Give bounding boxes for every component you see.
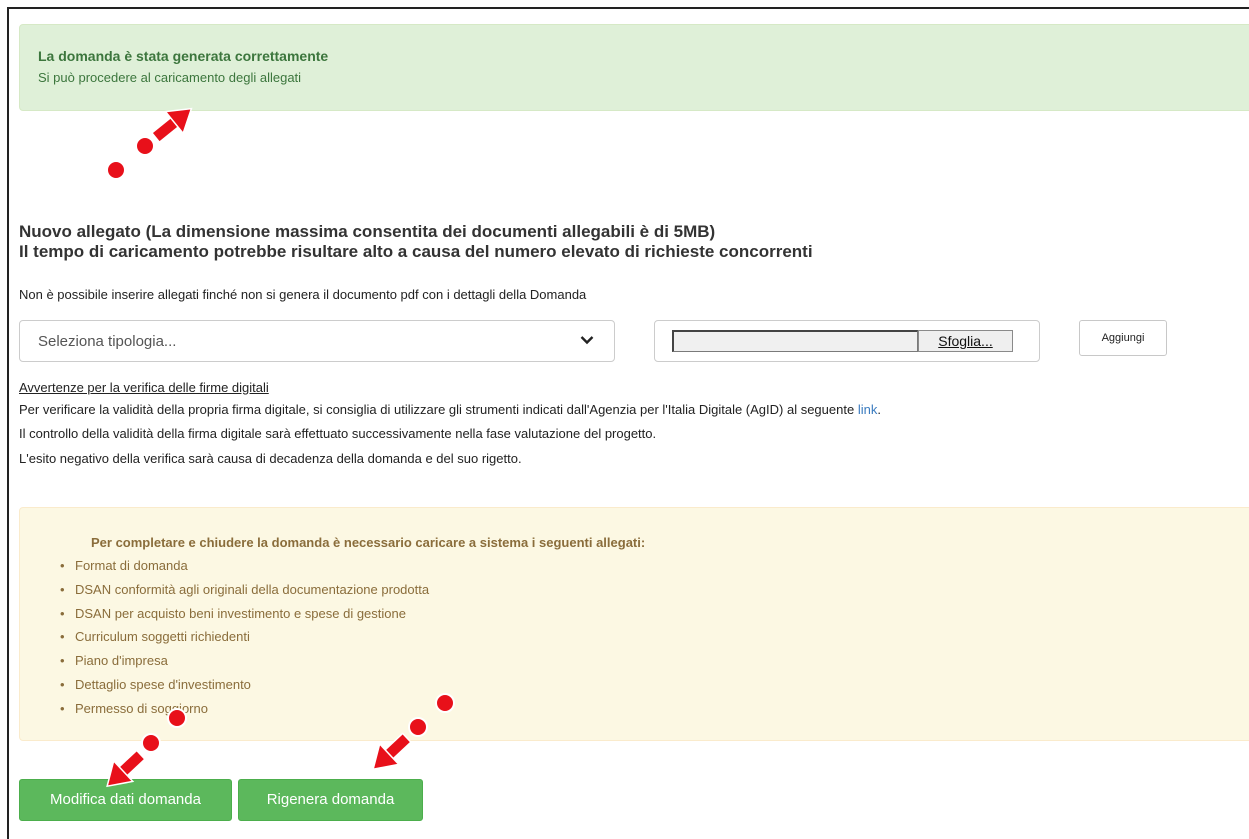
list-item: Permesso di soggiorno [60,699,429,723]
regenerate-application-button[interactable]: Rigenera domanda [238,779,423,821]
file-upload-control: Sfoglia... [654,320,1040,362]
edit-application-button[interactable]: Modifica dati domanda [19,779,232,821]
attachment-type-select-value: Seleziona tipologia... [38,333,177,350]
upload-heading-line2: Il tempo di caricamento potrebbe risulta… [19,242,813,261]
agid-link[interactable]: link [858,402,878,417]
list-item: DSAN conformità agli originali della doc… [60,580,429,604]
chevron-down-icon [580,336,594,345]
upload-note: Non è possibile inserire allegati finché… [19,287,587,302]
signature-warning-line2: Il controllo della validità della firma … [19,426,657,441]
upload-heading-line1: Nuovo allegato (La dimensione massima co… [19,222,716,241]
list-item: Format di domanda [60,556,429,580]
signature-warning-line3: L'esito negativo della verifica sarà cau… [19,451,522,466]
list-item: Dettaglio spese d'investimento [60,675,429,699]
signature-warning-line1-end: . [877,402,881,417]
required-attachments-list: Format di domanda DSAN conformità agli o… [60,556,429,723]
required-attachments-alert: Per completare e chiudere la domanda è n… [19,507,1249,741]
signature-warning-line1-text: Per verificare la validità della propria… [19,402,858,417]
attachment-type-select[interactable]: Seleziona tipologia... [19,320,615,362]
success-alert: La domanda è stata generata correttament… [19,24,1249,111]
required-attachments-title: Per completare e chiudere la domanda è n… [91,535,646,550]
add-attachment-button[interactable]: Aggiungi [1079,320,1167,356]
signature-warning-title: Avvertenze per la verifica delle firme d… [19,380,269,395]
signature-warning-line1: Per verificare la validità della propria… [19,402,881,417]
success-alert-text: Si può procedere al caricamento degli al… [38,70,302,85]
list-item: Piano d'impresa [60,651,429,675]
file-path-field[interactable] [672,330,918,352]
list-item: Curriculum soggetti richiedenti [60,627,429,651]
browse-button[interactable]: Sfoglia... [918,330,1013,352]
list-item: DSAN per acquisto beni investimento e sp… [60,604,429,628]
success-alert-title: La domanda è stata generata correttament… [38,48,329,64]
